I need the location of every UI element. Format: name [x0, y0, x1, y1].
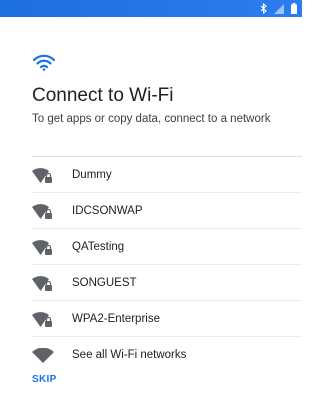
status-bar [0, 0, 302, 17]
wifi-lock-icon [32, 240, 54, 256]
wifi-lock-icon [32, 168, 54, 184]
see-all-label: See all Wi-Fi networks [72, 349, 187, 361]
network-name: SONGUEST [72, 277, 137, 289]
network-item-wpa2-enterprise[interactable]: WPA2-Enterprise [32, 301, 302, 337]
page-subtitle: To get apps or copy data, connect to a n… [32, 113, 271, 125]
signal-icon [274, 3, 284, 14]
network-name: WPA2-Enterprise [72, 313, 160, 325]
wifi-lock-icon [32, 312, 54, 328]
wifi-icon [32, 53, 56, 71]
wifi-lock-icon [32, 276, 54, 292]
network-item-idcsonwap[interactable]: IDCSONWAP [32, 193, 302, 229]
network-name: QATesting [72, 241, 125, 253]
page-title: Connect to Wi-Fi [32, 85, 174, 106]
see-all-networks-item[interactable]: See all Wi-Fi networks [32, 337, 302, 372]
wifi-lock-icon [32, 204, 54, 220]
status-icons [260, 3, 298, 14]
network-item-qatesting[interactable]: QATesting [32, 229, 302, 265]
network-list: Dummy IDCSONWAP QATesting SONGUEST WPA2-… [0, 157, 302, 372]
network-item-dummy[interactable]: Dummy [32, 157, 302, 193]
wifi-icon [32, 347, 54, 364]
battery-icon [290, 3, 298, 14]
skip-button[interactable]: SKIP [32, 374, 57, 385]
network-item-songuest[interactable]: SONGUEST [32, 265, 302, 301]
network-name: Dummy [72, 169, 112, 181]
network-name: IDCSONWAP [72, 205, 143, 217]
bluetooth-icon [260, 3, 268, 14]
